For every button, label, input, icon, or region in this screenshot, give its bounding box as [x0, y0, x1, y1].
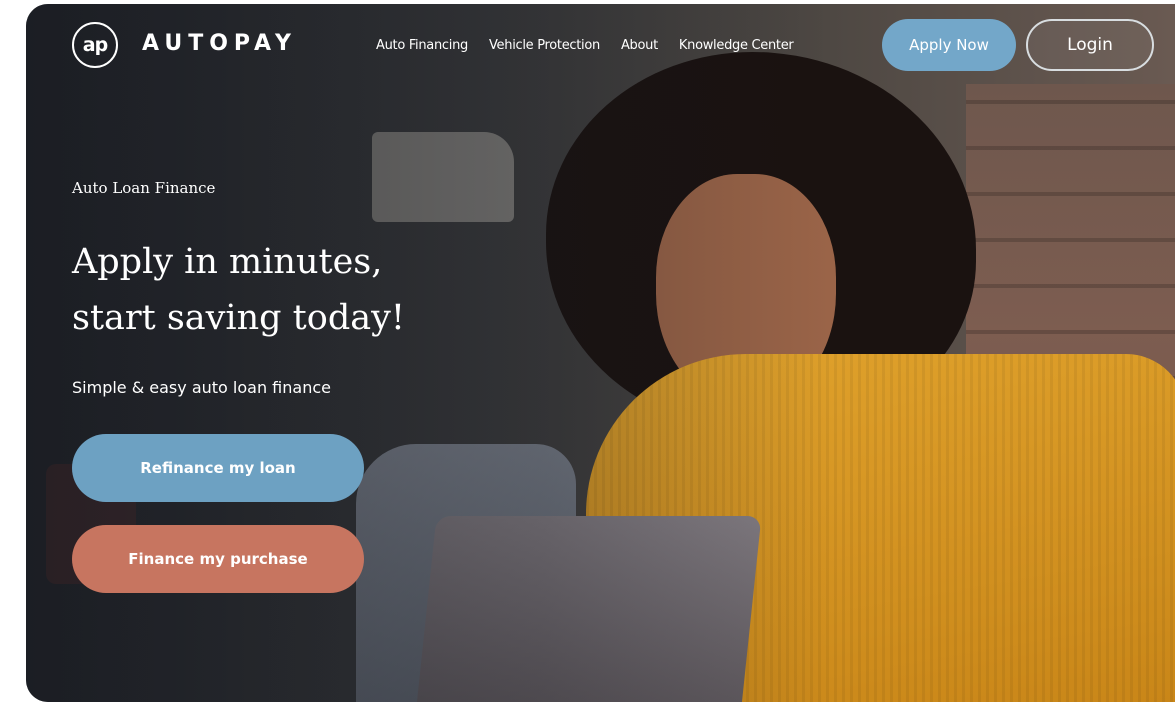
nav-link-about[interactable]: About [621, 38, 658, 53]
logo-mark[interactable]: ap [72, 22, 118, 68]
finance-purchase-button[interactable]: Finance my purchase [72, 525, 364, 593]
hero-section: ap AUTOPAY Auto Financing Vehicle Protec… [26, 4, 1175, 702]
top-navigation: ap AUTOPAY Auto Financing Vehicle Protec… [26, 4, 1175, 88]
hero-background-photo [26, 4, 1175, 702]
headline-line-2: start saving today! [72, 298, 405, 338]
nav-link-auto-financing[interactable]: Auto Financing [376, 38, 468, 53]
headline-line-1: Apply in minutes, [72, 242, 383, 282]
nav-links: Auto Financing Vehicle Protection About … [376, 38, 794, 53]
login-button[interactable]: Login [1026, 19, 1154, 71]
hero-subhead: Simple & easy auto loan finance [72, 378, 331, 397]
refinance-loan-button[interactable]: Refinance my loan [72, 434, 364, 502]
hero-headline: Apply in minutes, start saving today! [72, 234, 492, 346]
nav-link-vehicle-protection[interactable]: Vehicle Protection [489, 38, 600, 53]
logo-wordmark[interactable]: AUTOPAY [142, 31, 297, 56]
hero-eyebrow: Auto Loan Finance [72, 179, 216, 197]
apply-now-button[interactable]: Apply Now [882, 19, 1016, 71]
hero-overlay [26, 4, 1175, 702]
nav-link-knowledge-center[interactable]: Knowledge Center [679, 38, 794, 53]
